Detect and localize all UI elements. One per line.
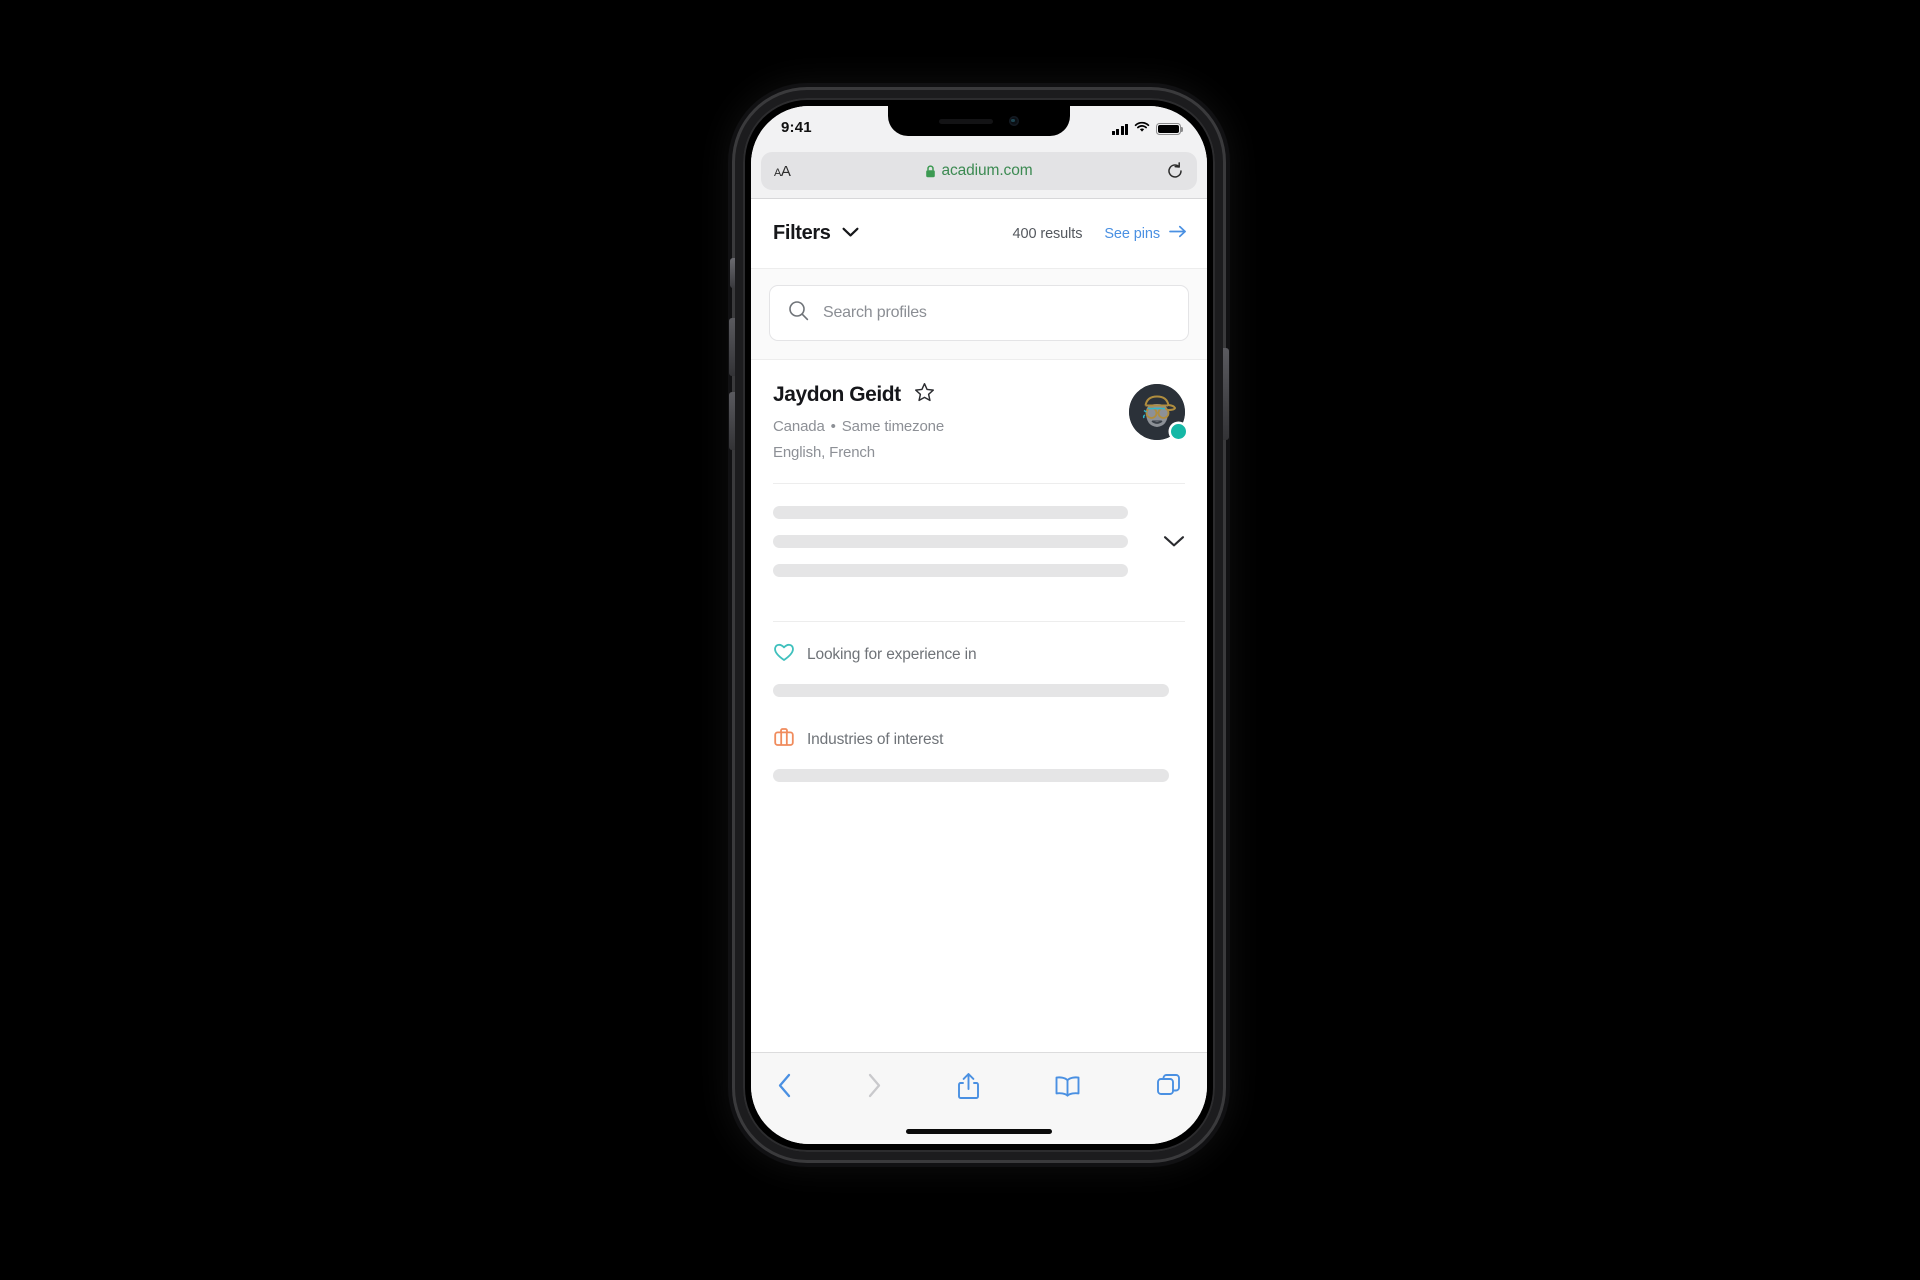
online-status-indicator [1171,424,1186,439]
phone-screen: 9:41 AA acadium.com Filters 400 results … [751,106,1207,1144]
bookmarks-button[interactable] [1054,1075,1081,1097]
search-zone: Search profiles [751,269,1207,360]
volume-down-button[interactable] [729,392,735,450]
status-time: 9:41 [781,119,812,136]
section-header: Looking for experience in [773,642,1185,667]
placeholder-bar [773,506,1129,519]
browser-url-bar[interactable]: AA acadium.com [761,152,1197,190]
placeholder-bar [773,535,1129,548]
profile-name-row: Jaydon Geidt [773,382,1129,408]
section-looking-for-experience: Looking for experience in [773,622,1185,697]
silent-switch[interactable] [730,258,735,288]
share-button[interactable] [957,1072,980,1100]
filters-header-row: Filters 400 results See pins [751,199,1207,269]
placeholder-lines [773,506,1143,577]
cellular-signal-icon [1111,123,1128,135]
avatar-container[interactable] [1129,384,1186,440]
forward-button[interactable] [867,1073,882,1098]
device-notch [888,106,1070,136]
section-title: Industries of interest [807,730,944,748]
phone-device-frame: 9:41 AA acadium.com Filters 400 results … [729,90,1229,1160]
tabs-button[interactable] [1156,1073,1181,1098]
power-button[interactable] [1223,348,1229,440]
url-display: acadium.com [761,162,1197,180]
reload-icon[interactable] [1166,162,1184,180]
web-page-content: Filters 400 results See pins Search prof… [751,199,1207,1052]
section-title: Looking for experience in [807,645,977,663]
heart-icon [773,642,795,667]
results-count: 400 results [1012,225,1083,242]
profile-languages: English, French [773,444,875,461]
section-industries-of-interest: Industries of interest [773,697,1185,782]
safari-toolbar [751,1052,1207,1118]
screenshot-canvas: 9:41 AA acadium.com Filters 400 results … [0,0,1920,1280]
earpiece-speaker [939,118,993,124]
profile-info: Jaydon Geidt Canada • Same timezone Engl… [773,382,1129,461]
lock-icon [925,164,936,178]
see-pins-link[interactable]: See pins [1104,225,1187,242]
profile-bio-placeholder [773,484,1185,599]
arrow-right-icon [1169,225,1187,242]
placeholder-bar [773,769,1169,782]
search-input[interactable]: Search profiles [769,285,1189,341]
status-icons [1111,120,1184,138]
meta-separator: • [830,418,836,435]
section-header: Industries of interest [773,727,1185,752]
placeholder-bar [773,564,1129,577]
browser-url-bar-container: AA acadium.com [751,152,1207,199]
briefcase-icon [773,727,795,752]
placeholder-bar [773,684,1169,697]
home-indicator-zone [751,1118,1207,1144]
volume-up-button[interactable] [729,318,735,376]
profile-timezone: Same timezone [841,418,945,435]
profile-name: Jaydon Geidt [773,383,901,406]
chevron-down-icon [842,225,859,243]
expand-profile-chevron-down-icon[interactable] [1163,535,1185,548]
url-text: acadium.com [941,162,1033,179]
battery-icon [1156,123,1184,135]
search-icon [788,300,809,326]
search-placeholder: Search profiles [823,304,927,321]
filters-label: Filters [773,222,831,244]
star-outline-icon[interactable] [914,382,935,408]
home-indicator[interactable] [906,1128,1052,1134]
profile-header: Jaydon Geidt Canada • Same timezone Engl… [773,382,1186,461]
see-pins-label: See pins [1104,225,1160,242]
back-button[interactable] [777,1073,792,1098]
profile-card: Jaydon Geidt Canada • Same timezone Engl… [751,360,1207,1052]
profile-location: Canada [773,418,825,435]
filters-button[interactable]: Filters [773,222,859,245]
text-size-button[interactable]: AA [774,164,791,179]
front-camera [1009,116,1019,126]
wifi-icon [1134,120,1150,138]
profile-location-timezone: Canada • Same timezone [773,418,1129,435]
